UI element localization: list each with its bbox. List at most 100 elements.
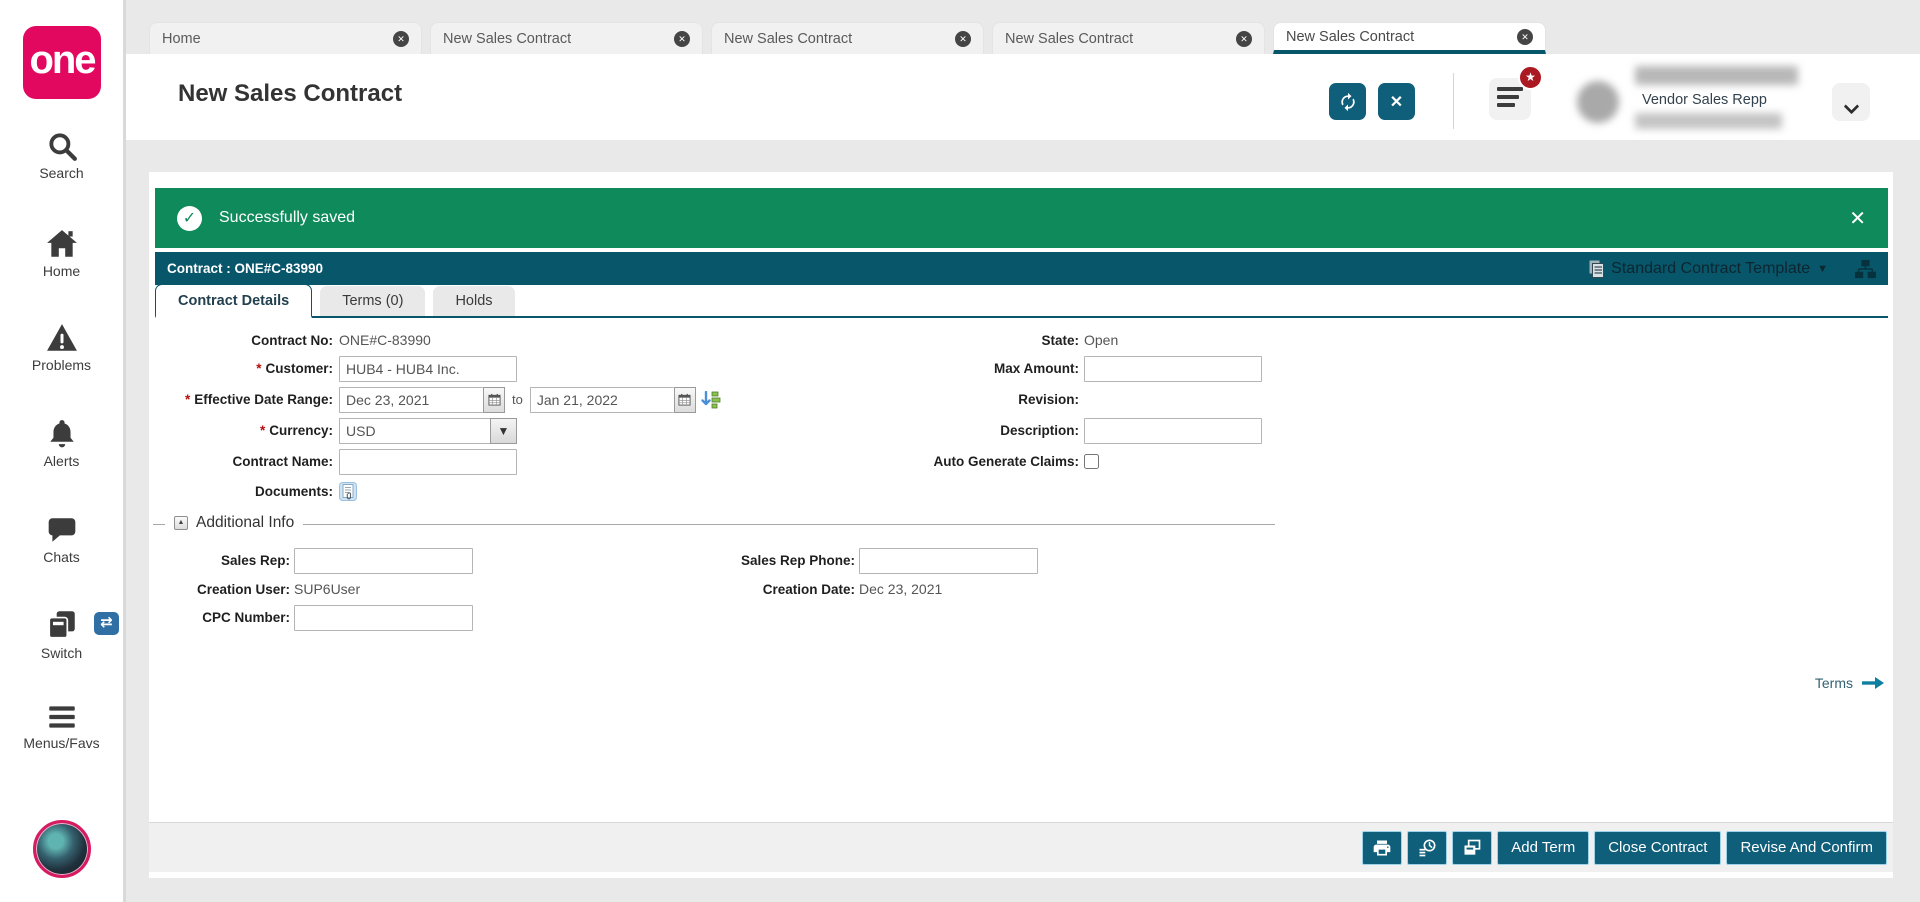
- page-header: New Sales Contract ✕ ★ Vendor Sales Repp: [126, 54, 1920, 140]
- tab-close-icon[interactable]: ✕: [955, 30, 971, 47]
- check-circle-icon: ✓: [177, 205, 202, 231]
- currency-value: USD: [339, 417, 490, 444]
- tab-new-sales-contract-1[interactable]: New Sales Contract ✕: [430, 22, 703, 54]
- hamburger-icon: [48, 706, 75, 728]
- documents-icon[interactable]: [339, 482, 357, 501]
- print-button[interactable]: [1362, 830, 1403, 865]
- close-page-button[interactable]: ✕: [1378, 83, 1415, 120]
- refresh-button[interactable]: [1329, 83, 1366, 120]
- audit-history-button[interactable]: [1407, 830, 1448, 865]
- banner-close-icon[interactable]: ✕: [1849, 206, 1866, 231]
- tab-new-sales-contract-2[interactable]: New Sales Contract ✕: [711, 22, 984, 54]
- required-marker: *: [184, 392, 191, 407]
- contract-no-value: ONE#C-83990: [339, 332, 431, 348]
- tab-close-icon[interactable]: ✕: [1236, 30, 1252, 47]
- success-message: Successfully saved: [219, 209, 356, 226]
- copy-window-button[interactable]: [1452, 830, 1493, 865]
- tab-terms[interactable]: Terms (0): [320, 286, 426, 316]
- sidebar: one Search Home Problems Alerts Chats Sw…: [0, 0, 126, 902]
- required-marker: *: [259, 423, 266, 438]
- close-contract-button[interactable]: Close Contract: [1594, 830, 1722, 865]
- sidebar-item-alerts[interactable]: Alerts: [0, 418, 123, 469]
- bell-icon: [49, 420, 74, 448]
- contract-name-input[interactable]: [339, 448, 517, 475]
- tab-close-icon[interactable]: ✕: [674, 30, 690, 47]
- search-icon: [48, 133, 77, 161]
- date-sort-icon[interactable]: [701, 390, 721, 409]
- form-row-creation: Creation User: SUP6User Creation Date: D…: [153, 576, 1275, 602]
- tab-contract-details[interactable]: Contract Details: [155, 284, 313, 318]
- contract-panel: ✓ Successfully saved ✕ Contract : ONE#C-…: [149, 172, 1893, 878]
- user-avatar[interactable]: [33, 820, 91, 878]
- select-caret-icon[interactable]: ▼: [490, 417, 517, 444]
- tab-close-icon[interactable]: ✕: [1517, 28, 1533, 45]
- sidebar-item-menus-favs[interactable]: Menus/Favs: [0, 702, 123, 751]
- form-row-documents: Documents:: [149, 477, 929, 506]
- header-divider: [1453, 73, 1454, 129]
- tab-label: New Sales Contract: [443, 30, 572, 47]
- form-row-sales-rep: Sales Rep: Sales Rep Phone:: [153, 545, 1275, 576]
- sidebar-item-label: Problems: [31, 357, 92, 373]
- terms-link[interactable]: Terms: [1815, 675, 1885, 691]
- date-from-input[interactable]: [339, 386, 483, 413]
- tab-label: Home: [162, 30, 201, 47]
- collapse-section-button[interactable]: ▲: [174, 516, 188, 530]
- tab-home[interactable]: Home ✕: [149, 22, 422, 54]
- date-to-field: [529, 386, 696, 413]
- sales-rep-input[interactable]: [294, 547, 473, 574]
- sidebar-item-label: Menus/Favs: [23, 735, 100, 751]
- tab-close-icon[interactable]: ✕: [393, 30, 409, 47]
- template-selector[interactable]: Standard Contract Template ▼: [1589, 260, 1828, 278]
- tab-new-sales-contract-3[interactable]: New Sales Contract ✕: [992, 22, 1265, 54]
- switch-pages-icon: [47, 611, 75, 639]
- date-to-input[interactable]: [529, 386, 674, 413]
- template-name: Standard Contract Template: [1611, 259, 1811, 277]
- description-input[interactable]: [1084, 417, 1262, 444]
- favorite-star-badge[interactable]: ★: [1518, 65, 1543, 90]
- printer-icon: [1373, 840, 1391, 855]
- sales-rep-label: Sales Rep:: [220, 553, 290, 568]
- sidebar-item-problems[interactable]: Problems: [0, 322, 123, 373]
- sidebar-item-search[interactable]: Search: [0, 130, 123, 181]
- date-to-calendar-button[interactable]: [673, 386, 696, 413]
- switch-badge-icon[interactable]: ⇄: [94, 612, 119, 635]
- revision-label: Revision:: [1018, 392, 1079, 407]
- currency-select[interactable]: USD ▼: [339, 417, 517, 444]
- add-term-button[interactable]: Add Term: [1497, 830, 1590, 865]
- user-org-redacted: [1635, 113, 1782, 129]
- sidebar-item-label: Alerts: [43, 453, 80, 469]
- customer-input[interactable]: [339, 355, 517, 382]
- sales-rep-phone-input[interactable]: [859, 547, 1038, 574]
- one-logo[interactable]: one: [23, 26, 101, 99]
- auto-generate-claims-checkbox[interactable]: [1084, 454, 1099, 469]
- chevron-down-icon: [1843, 98, 1859, 114]
- additional-info-title: Additional Info: [196, 514, 295, 531]
- effective-date-range-label: * Effective Date Range:: [184, 392, 333, 407]
- caret-down-icon: ▼: [1817, 262, 1828, 275]
- user-role: Vendor Sales Repp: [1642, 92, 1767, 108]
- app-tabbar: Home ✕ New Sales Contract ✕ New Sales Co…: [149, 22, 1546, 54]
- sidebar-item-home[interactable]: Home: [0, 228, 123, 279]
- calendar-icon: [487, 393, 501, 406]
- hierarchy-icon[interactable]: [1854, 259, 1876, 279]
- tab-holds[interactable]: Holds: [433, 286, 515, 316]
- form-row-description: Description:: [749, 415, 1489, 446]
- user-menu-button[interactable]: [1832, 83, 1870, 121]
- cpc-number-input[interactable]: [294, 604, 473, 631]
- additional-info-header: ▲ Additional Info: [165, 514, 304, 532]
- close-icon: ✕: [1389, 93, 1404, 111]
- max-amount-input[interactable]: [1084, 355, 1262, 382]
- contract-no-label: Contract No:: [251, 332, 333, 348]
- auto-generate-claims-label: Auto Generate Claims:: [933, 454, 1079, 469]
- date-from-calendar-button[interactable]: [483, 386, 505, 413]
- menu-bars-icon: [1497, 87, 1523, 91]
- revise-and-confirm-button[interactable]: Revise And Confirm: [1726, 830, 1887, 865]
- sidebar-item-chats[interactable]: Chats: [0, 514, 123, 565]
- form-row-revision: Revision:: [749, 384, 1489, 415]
- additional-info-fields: Sales Rep: Sales Rep Phone: Creation Use…: [153, 525, 1275, 633]
- required-marker: *: [256, 361, 262, 376]
- tab-label: New Sales Contract: [1286, 28, 1415, 45]
- tab-new-sales-contract-active[interactable]: New Sales Contract ✕: [1273, 22, 1546, 54]
- customer-label: * Customer:: [256, 361, 333, 376]
- user-profile-avatar[interactable]: [1577, 81, 1619, 123]
